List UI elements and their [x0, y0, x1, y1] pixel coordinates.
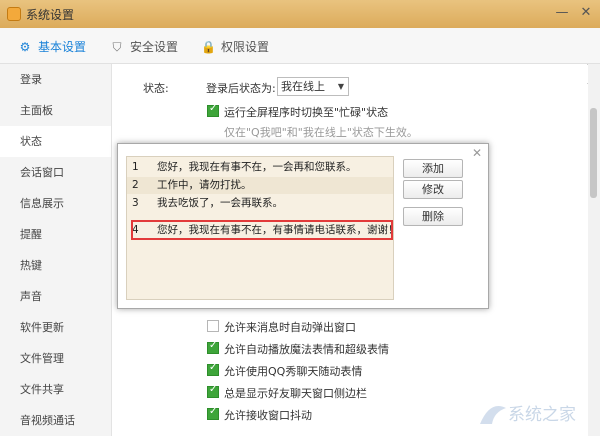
sidebar-item-hotkey[interactable]: 热键: [0, 250, 111, 281]
qq-app-icon: [7, 7, 21, 21]
lock-icon: 🔒: [201, 40, 216, 54]
status-section-label: 状态:: [143, 82, 169, 95]
tab-label: 基本设置: [38, 40, 87, 54]
sidebar-item-status[interactable]: 状态: [0, 126, 111, 157]
watermark-text: 系统之家: [508, 405, 576, 425]
reply-number: 2: [132, 179, 139, 191]
qqshow-emoji-label: 允许使用QQ秀聊天随动表情: [224, 365, 363, 378]
sidebar: 登录 主面板 状态 会话窗口 信息展示 提醒 热键 声音 软件更新 文件管理 文…: [0, 64, 112, 436]
highlight-box: [131, 220, 393, 240]
qqshow-emoji-checkbox[interactable]: [207, 362, 219, 376]
auto-popup-label: 允许来消息时自动弹出窗口: [224, 321, 356, 334]
fullscreen-busy-checkbox[interactable]: [207, 103, 219, 117]
settings-window: 系统设置 — ✕ ⚙ 基本设置 ⛉ 安全设置 🔒 权限设置 登录 主面板 状态 会话窗…: [0, 0, 600, 436]
tab-security-settings[interactable]: ⛉ 安全设置: [110, 38, 178, 55]
tab-permission-settings[interactable]: 🔒 权限设置: [201, 38, 269, 55]
delete-button[interactable]: 删除: [403, 207, 463, 226]
sidebar-always-label: 总是显示好友聊天窗口侧边栏: [224, 387, 367, 400]
reply-text: 您好，我现在有事不在，一会再和您联系。: [157, 161, 357, 173]
sidebar-item-login[interactable]: 登录: [0, 64, 111, 95]
auto-reply-dialog: ✕ 1 您好，我现在有事不在，一会再和您联系。 2 工作中，请勿打扰。 3 我去…: [117, 143, 489, 309]
auto-reply-list[interactable]: 1 您好，我现在有事不在，一会再和您联系。 2 工作中，请勿打扰。 3 我去吃饭…: [126, 156, 399, 300]
window-shake-label: 允许接收窗口抖动: [224, 409, 312, 422]
title-bar: 系统设置 — ✕: [0, 0, 600, 28]
login-status-select[interactable]: 我在线上 ▼: [277, 77, 349, 96]
sidebar-item-file-management[interactable]: 文件管理: [0, 343, 111, 374]
dropdown-arrow-icon: ▼: [337, 82, 344, 91]
shield-icon: ⛉: [112, 40, 122, 54]
auto-popup-checkbox[interactable]: [207, 320, 219, 332]
tab-label: 权限设置: [221, 40, 270, 54]
dialog-close-icon[interactable]: ✕: [469, 145, 485, 161]
scrollbar-thumb[interactable]: [590, 108, 597, 198]
magic-emoji-checkbox[interactable]: [207, 340, 219, 354]
minimize-button[interactable]: —: [551, 3, 573, 23]
list-item[interactable]: 3 我去吃饭了，一会再联系。: [127, 195, 393, 212]
sidebar-item-reminder[interactable]: 提醒: [0, 219, 111, 250]
login-status-label: 登录后状态为:: [206, 82, 276, 95]
tab-bar: ⚙ 基本设置 ⛉ 安全设置 🔒 权限设置: [0, 28, 600, 84]
gear-icon: ⚙: [19, 40, 31, 54]
sidebar-item-main-panel[interactable]: 主面板: [0, 95, 111, 126]
fullscreen-busy-hint: 仅在"Q我吧"和"我在线上"状态下生效。: [224, 126, 418, 139]
list-item[interactable]: 1 您好，我现在有事不在，一会再和您联系。: [127, 159, 393, 176]
close-button[interactable]: ✕: [575, 3, 597, 23]
sidebar-item-chat-window[interactable]: 会话窗口: [0, 157, 111, 188]
tab-label: 安全设置: [130, 40, 179, 54]
sidebar-item-file-sharing[interactable]: 文件共享: [0, 374, 111, 405]
sidebar-item-info-display[interactable]: 信息展示: [0, 188, 111, 219]
reply-number: 1: [132, 161, 139, 173]
reply-text: 我去吃饭了，一会再联系。: [157, 197, 283, 209]
sidebar-always-checkbox[interactable]: [207, 384, 219, 398]
login-status-value: 我在线上: [281, 80, 325, 93]
window-shake-checkbox[interactable]: [207, 406, 219, 420]
watermark-logo: 系统之家: [480, 405, 576, 425]
magic-emoji-label: 允许自动播放魔法表情和超级表情: [224, 343, 389, 356]
content-scrollbar[interactable]: [588, 64, 600, 436]
reply-number: 3: [132, 197, 139, 209]
window-title: 系统设置: [26, 8, 75, 22]
reply-text: 工作中，请勿打扰。: [157, 179, 252, 191]
sidebar-item-av-call[interactable]: 音视频通话: [0, 405, 111, 436]
sidebar-item-sound[interactable]: 声音: [0, 281, 111, 312]
sidebar-item-software-update[interactable]: 软件更新: [0, 312, 111, 343]
fullscreen-busy-label: 运行全屏程序时切换至"忙碌"状态: [224, 106, 389, 119]
list-item[interactable]: 2 工作中，请勿打扰。: [127, 177, 393, 194]
edit-button[interactable]: 修改: [403, 180, 463, 199]
watermark-swoosh: [480, 406, 506, 424]
add-button[interactable]: 添加: [403, 159, 463, 178]
tab-basic-settings[interactable]: ⚙ 基本设置: [18, 38, 86, 55]
